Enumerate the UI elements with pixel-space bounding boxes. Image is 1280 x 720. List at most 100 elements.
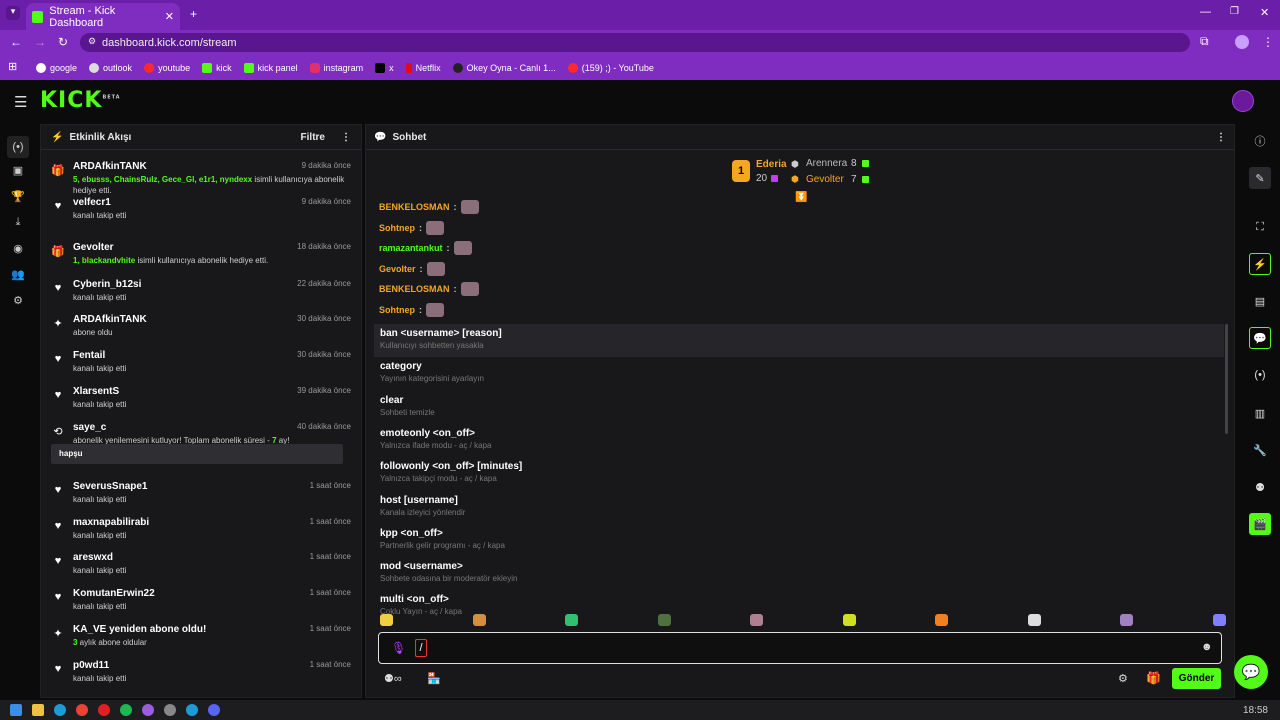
activity-username[interactable]: Gevolter [73, 242, 114, 253]
bookmark-youtube-2[interactable]: (159) ;) - YouTube [567, 62, 654, 73]
browser-tab[interactable]: Stream - Kick Dashboard ✕ [26, 3, 180, 30]
chat-input-text[interactable]: / [415, 639, 427, 657]
emote-icon[interactable] [426, 303, 444, 317]
live-icon[interactable]: (•) [1249, 364, 1271, 386]
chat-input[interactable]: 🎙 / ☻ [378, 632, 1222, 664]
bookmark-netflix[interactable]: Netflix [405, 62, 441, 73]
tab-search-icon[interactable]: ▾ [6, 6, 20, 20]
crop-icon[interactable]: ⛶ [1249, 216, 1271, 238]
notes-icon[interactable]: ▤ [1249, 290, 1271, 312]
bookmark-x[interactable]: x [375, 62, 394, 73]
support-chat-button[interactable]: 💬 [1234, 655, 1268, 689]
start-icon[interactable] [10, 704, 22, 716]
clapper-icon[interactable]: 🎬 [1249, 513, 1271, 535]
extensions-icon[interactable]: ⧉ [1200, 34, 1209, 49]
apps-grid-icon[interactable]: ⊞ [8, 60, 17, 73]
bookmark-instagram[interactable]: instagram [309, 62, 363, 73]
leader-third-name[interactable]: Gevolter [806, 174, 844, 185]
restore-icon[interactable]: ❐ [1230, 6, 1239, 17]
forward-icon[interactable]: → [34, 35, 46, 49]
filter-button[interactable]: Filtre [301, 132, 325, 143]
bookmark-google[interactable]: google [36, 62, 77, 73]
quick-emote-icon[interactable] [472, 614, 486, 626]
minimize-icon[interactable]: — [1200, 6, 1211, 18]
quick-emote-icon[interactable] [842, 614, 856, 626]
bookmark-youtube[interactable]: youtube [144, 62, 190, 73]
app-icon[interactable] [164, 704, 176, 716]
bookmark-kick[interactable]: kick [202, 62, 232, 73]
gift-icon[interactable]: 🎁 [1146, 671, 1161, 685]
emote-icon[interactable] [426, 220, 444, 235]
command-suggestion[interactable]: category Yayının kategorisini ayarlayın [374, 357, 1224, 390]
url-bar[interactable]: ⚙ dashboard.kick.com/stream [80, 33, 1190, 52]
info-icon[interactable]: ⓘ [1249, 130, 1271, 152]
new-tab-icon[interactable]: + [190, 7, 197, 21]
quick-emote-icon[interactable] [565, 614, 578, 626]
chat-username[interactable]: Gevolter [379, 264, 416, 274]
chat-username[interactable]: Sohtnep [379, 223, 415, 233]
emote-icon[interactable] [453, 241, 472, 256]
quick-actions-icon[interactable]: ⚡ [1249, 253, 1271, 275]
chat-username[interactable]: BENKELOSMAN [379, 284, 450, 294]
command-suggestion[interactable]: kpp <on_off> Partnerlik gelir programı - … [374, 524, 1224, 557]
quick-emote-icon[interactable] [1120, 614, 1133, 626]
chat-username[interactable]: Sohtnep [379, 305, 415, 315]
broadcast-icon[interactable]: ◉ [10, 242, 26, 258]
download-icon[interactable]: ⤓ [10, 216, 26, 232]
chat-username[interactable]: BENKELOSMAN [379, 202, 450, 212]
chat-menu-icon[interactable]: ⋮ [1216, 132, 1226, 143]
close-tab-icon[interactable]: ✕ [165, 10, 174, 23]
quick-emote-icon[interactable] [380, 614, 393, 626]
microphone-icon[interactable]: 🎙 [391, 641, 406, 655]
close-window-icon[interactable]: ✕ [1260, 6, 1269, 19]
spotify-icon[interactable] [120, 704, 132, 716]
stream-icon[interactable]: (•) [7, 136, 29, 158]
activity-username[interactable]: Fentail [73, 350, 105, 361]
user-avatar[interactable] [1232, 90, 1254, 112]
kick-logo[interactable]: KICKBETA [40, 88, 121, 113]
explorer-icon[interactable] [32, 704, 44, 716]
activity-username[interactable]: KomutanErwin22 [73, 588, 155, 599]
reload-icon[interactable]: ↻ [58, 35, 68, 49]
chat-toggle-icon[interactable]: 💬 [1249, 327, 1271, 349]
quick-emote-icon[interactable] [750, 614, 763, 626]
quick-emote-icon[interactable] [935, 614, 948, 626]
command-suggestion[interactable]: followonly <on_off> [minutes] Yalnızca ta… [374, 457, 1224, 490]
trophy-icon[interactable]: 🏆 [10, 190, 26, 206]
bookmark-okey[interactable]: Okey Oyna - Canlı 1... [452, 62, 556, 73]
opera-icon[interactable] [98, 704, 110, 716]
chrome-active-icon[interactable] [142, 704, 154, 716]
command-suggestion[interactable]: ban <username> [reason] Kullanıcıyı sohbe… [374, 324, 1224, 357]
hamburger-menu-icon[interactable]: ☰ [14, 93, 27, 111]
activity-username[interactable]: saye_c [73, 422, 106, 433]
store-icon[interactable]: 🏪 [427, 672, 441, 685]
command-suggestion[interactable]: host [username] Kanala izleyici yönlendir [374, 491, 1224, 524]
activity-username[interactable]: Cyberin_b12si [73, 279, 141, 290]
edit-icon[interactable]: ✎ [1249, 167, 1271, 189]
activity-username[interactable]: p0wd11 [73, 660, 109, 671]
emoji-picker-icon[interactable]: ☻ [1201, 641, 1213, 653]
chat-username[interactable]: ramazantankut [379, 243, 443, 253]
settings-gear-icon[interactable]: ⚙ [10, 294, 26, 310]
emote-icon[interactable] [460, 200, 479, 214]
emote-icon[interactable] [460, 282, 479, 297]
steam-icon[interactable] [54, 704, 66, 716]
site-info-icon[interactable]: ⚙ [88, 36, 96, 47]
send-button[interactable]: Gönder [1172, 668, 1221, 689]
steam-2-icon[interactable] [186, 704, 198, 716]
command-suggestion[interactable]: clear Sohbeti temizle [374, 391, 1224, 424]
discord-icon[interactable] [208, 704, 220, 716]
emote-icon[interactable] [426, 261, 445, 276]
activity-username[interactable]: KA_VE yeniden abone oldu! [73, 624, 206, 635]
profile-avatar[interactable] [1235, 35, 1249, 49]
quick-emote-icon[interactable] [1212, 614, 1226, 626]
community-icon[interactable]: ⚉ [1249, 476, 1271, 498]
activity-username[interactable]: XlarsentS [73, 386, 119, 397]
bookmark-outlook[interactable]: outlook [89, 62, 132, 73]
activity-username[interactable]: ARDAfkinTANK [73, 314, 147, 325]
bookmark-kick-panel[interactable]: kick panel [243, 62, 298, 73]
leader-second-name[interactable]: Arennera [806, 158, 847, 169]
layout-icon[interactable]: ▥ [1249, 402, 1271, 424]
command-scrollbar[interactable] [1225, 324, 1228, 434]
analytics-icon[interactable]: ▣ [10, 164, 26, 180]
